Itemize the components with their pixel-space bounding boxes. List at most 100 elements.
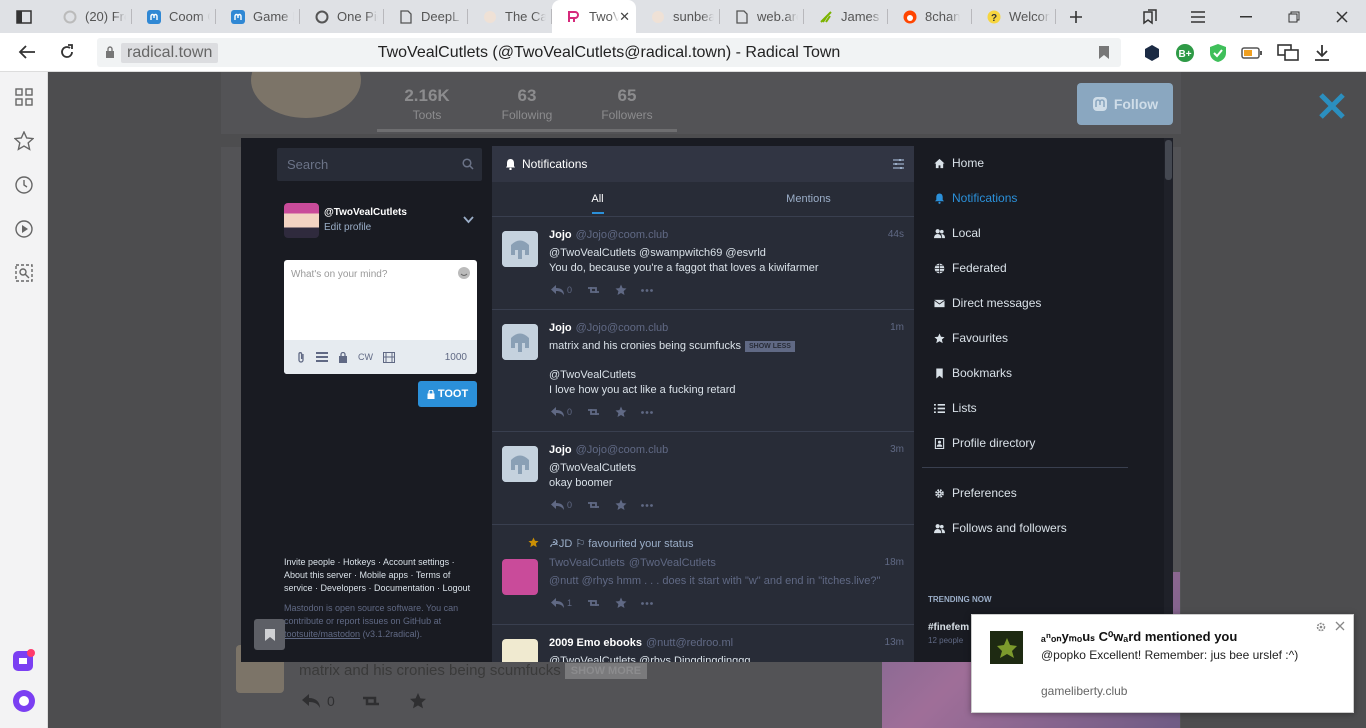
author-avatar[interactable] xyxy=(502,446,538,482)
back-icon[interactable] xyxy=(18,44,36,60)
nav-direct-messages[interactable]: Direct messages xyxy=(934,293,1041,313)
nav-federated[interactable]: Federated xyxy=(934,258,1007,278)
nav-preferences[interactable]: Preferences xyxy=(934,483,1017,503)
browser-tab-10[interactable]: James A xyxy=(804,0,888,33)
browser-tab-5[interactable]: DeepL T xyxy=(384,0,468,33)
nav-home[interactable]: Home xyxy=(934,153,984,173)
notification-toast[interactable]: ₐⁿₒₙyₘₒuₛ C⁰wₐrd mentioned you @popko Ex… xyxy=(971,614,1354,713)
favorites-star-icon[interactable] xyxy=(12,129,36,153)
modal-scrollbar[interactable] xyxy=(1164,138,1173,662)
edit-profile-link[interactable]: Edit profile xyxy=(324,222,407,233)
profile-stat-toots[interactable]: 2.16K Toots xyxy=(377,84,477,132)
footer-links-line-1[interactable]: Invite people · Hotkeys · Account settin… xyxy=(284,556,484,569)
minimize-icon[interactable] xyxy=(1222,0,1270,33)
boost-icon[interactable] xyxy=(586,407,601,417)
browser-tab-9[interactable]: web.arc xyxy=(720,0,804,33)
history-clock-icon[interactable] xyxy=(12,173,36,197)
emoji-picker-icon[interactable] xyxy=(457,266,471,280)
reply-icon[interactable]: 1 xyxy=(551,598,572,608)
account-avatar[interactable] xyxy=(284,203,319,238)
account-handle[interactable]: @TwoVealCutlets xyxy=(324,207,407,218)
browser-tab-11[interactable]: 8chan xyxy=(888,0,972,33)
toast-settings-icon[interactable] xyxy=(1315,621,1327,633)
more-icon[interactable] xyxy=(641,601,653,605)
compose-box[interactable]: What's on your mind? CW 1000 xyxy=(284,260,477,374)
tab-all[interactable]: All xyxy=(492,182,703,216)
toot-button[interactable]: TOOT xyxy=(418,381,477,407)
nav-favourites[interactable]: Favourites xyxy=(934,328,1008,348)
more-icon[interactable] xyxy=(641,288,653,292)
nav-notifications[interactable]: Notifications xyxy=(934,188,1017,208)
profile-stat-followers[interactable]: 65 Followers xyxy=(577,84,677,132)
shield-extension-icon[interactable] xyxy=(1143,44,1161,62)
close-modal-icon[interactable] xyxy=(1318,92,1346,120)
follow-button[interactable]: Follow xyxy=(1077,83,1173,125)
notification-item[interactable]: Jojo @Jojo@coom.club 1m matrix and his cron… xyxy=(492,309,914,431)
sidebar-toggle-icon[interactable] xyxy=(0,0,48,33)
timestamp[interactable]: 13m xyxy=(885,637,904,648)
browser-tab-2[interactable]: Coom C xyxy=(132,0,216,33)
timestamp[interactable]: 3m xyxy=(890,444,904,455)
footer-links-line-2[interactable]: About this server · Mobile apps · Terms … xyxy=(284,569,484,582)
new-tab-icon[interactable] xyxy=(1056,0,1096,33)
author-name[interactable]: Jojo @Jojo@coom.club xyxy=(549,322,668,334)
footer-links-line-3[interactable]: service · Developers · Documentation · L… xyxy=(284,582,484,595)
author-avatar[interactable] xyxy=(502,639,538,662)
apps-grid-icon[interactable] xyxy=(12,85,36,109)
scrollbar-thumb[interactable] xyxy=(1165,140,1172,180)
favourite-icon[interactable] xyxy=(615,499,627,511)
bookmark-page-icon[interactable] xyxy=(1099,46,1109,59)
browser-tab-3[interactable]: Game L xyxy=(216,0,300,33)
tab-mentions[interactable]: Mentions xyxy=(703,182,914,216)
favourite-icon[interactable] xyxy=(615,406,627,418)
attach-icon[interactable] xyxy=(296,351,306,363)
assistant-app-icon[interactable] xyxy=(12,689,36,713)
browser-tab-7[interactable]: TwoV ✕ xyxy=(552,0,636,33)
author-name[interactable]: Jojo @Jojo@coom.club xyxy=(549,444,668,456)
column-settings-icon[interactable] xyxy=(893,159,904,169)
nav-lists[interactable]: Lists xyxy=(934,398,977,418)
more-icon[interactable] xyxy=(641,503,653,507)
timestamp[interactable]: 1m xyxy=(890,322,904,333)
browser-tab-1[interactable]: (20) Fre xyxy=(48,0,132,33)
author-name[interactable]: 2009 Emo ebooks @nutt@redroo.ml xyxy=(549,637,733,649)
timeline-boost-icon[interactable] xyxy=(361,694,383,708)
more-icon[interactable] xyxy=(641,410,653,414)
nav-local[interactable]: Local xyxy=(934,223,981,243)
toast-close-icon[interactable] xyxy=(1335,621,1345,631)
author-name[interactable]: TwoVealCutlets @TwoVealCutlets xyxy=(549,557,716,569)
messenger-app-icon[interactable] xyxy=(12,648,36,672)
floating-bookmark-button[interactable] xyxy=(254,619,285,650)
reload-icon[interactable] xyxy=(59,44,75,60)
screenshot-search-icon[interactable] xyxy=(12,261,36,285)
language-icon[interactable] xyxy=(383,351,395,363)
trend-tag[interactable]: #finefem xyxy=(928,622,969,633)
nav-bookmarks[interactable]: Bookmarks xyxy=(934,363,1012,383)
chat-extension-icon[interactable] xyxy=(1277,43,1299,63)
show-less-button[interactable]: SHOW LESS xyxy=(744,340,795,352)
boost-icon[interactable] xyxy=(586,500,601,510)
reply-icon[interactable]: 0 xyxy=(551,407,572,417)
cw-button[interactable]: CW xyxy=(358,352,373,362)
github-link[interactable]: tootsuite/mastodon xyxy=(284,629,360,639)
account-chevron-icon[interactable] xyxy=(463,216,474,224)
show-more-button[interactable]: SHOW MORE xyxy=(564,662,648,679)
nav-follows-and-followers[interactable]: Follows and followers xyxy=(934,518,1067,538)
browser-tab-12[interactable]: ? Welcom xyxy=(972,0,1056,33)
notification-item[interactable]: ☭JD ⚐ favourited your status TwoVealCutle… xyxy=(492,524,914,624)
close-tab-icon[interactable]: ✕ xyxy=(619,9,630,25)
profile-stat-following[interactable]: 63 Following xyxy=(477,84,577,132)
restore-icon[interactable] xyxy=(1270,0,1318,33)
privacy-lock-icon[interactable] xyxy=(338,351,348,363)
nav-profile-directory[interactable]: Profile directory xyxy=(934,433,1035,453)
adblock-shield-icon[interactable] xyxy=(1209,43,1227,63)
timeline-star-icon[interactable] xyxy=(409,692,427,710)
b-plus-extension-icon[interactable]: B+ xyxy=(1175,43,1195,63)
notification-item[interactable]: Jojo @Jojo@coom.club 44s @TwoVealCutlets @s… xyxy=(492,216,914,309)
download-icon[interactable] xyxy=(1313,44,1331,62)
poll-icon[interactable] xyxy=(316,352,328,362)
menu-icon[interactable] xyxy=(1174,0,1222,33)
notification-item[interactable]: Jojo @Jojo@coom.club 3m @TwoVealCutlets okay… xyxy=(492,431,914,524)
browser-tab-8[interactable]: sunbear xyxy=(636,0,720,33)
compose-textarea[interactable]: What's on your mind? xyxy=(291,269,387,280)
